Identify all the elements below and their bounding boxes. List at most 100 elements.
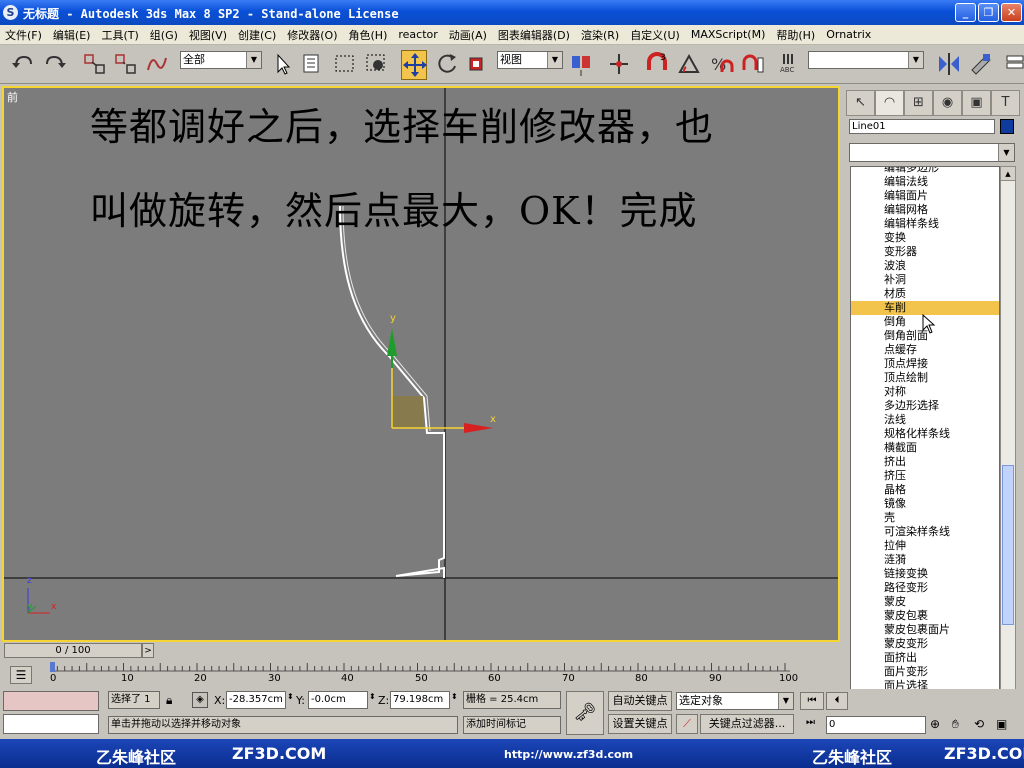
percent-snap-icon[interactable]: % (708, 50, 734, 78)
reference-coord-combo[interactable]: 视图 ▼ (497, 51, 563, 69)
maxscript-listener-input[interactable] (3, 691, 99, 711)
motion-tab-icon[interactable]: ◉ (933, 90, 962, 116)
current-frame-field[interactable]: 0 (826, 716, 926, 734)
key-mode-icon[interactable]: ⏭ (806, 717, 815, 728)
menu-edit[interactable]: 编辑(E) (53, 27, 91, 43)
list-item-selected-lathe[interactable]: 车削 (851, 301, 999, 315)
y-coord-field[interactable]: -0.0cm (308, 691, 368, 709)
list-item[interactable]: 编辑面片 (851, 189, 999, 203)
z-coord-field[interactable]: 79.198cm (390, 691, 450, 709)
scrollbar-thumb[interactable] (1002, 465, 1014, 625)
y-spinner-icon[interactable]: ⬍ (369, 692, 376, 701)
list-item[interactable]: 面挤出 (851, 651, 999, 665)
list-item[interactable]: 链接变换 (851, 567, 999, 581)
front-viewport[interactable]: 前 等都调好之后，选择车削修改器，也 叫做旋转，然后点最大，OK！完成 y x … (2, 86, 840, 642)
menu-file[interactable]: 文件(F) (5, 27, 42, 43)
redo-icon[interactable] (42, 50, 68, 78)
key-selection-combo[interactable]: 选定对象 ▼ (676, 692, 794, 710)
list-item[interactable]: 挤出 (851, 455, 999, 469)
rectangular-selection-icon[interactable] (332, 50, 358, 78)
list-item[interactable]: 路径变形 (851, 581, 999, 595)
absolute-mode-icon[interactable]: ◈ (192, 692, 208, 708)
list-item[interactable]: 拉伸 (851, 539, 999, 553)
list-item[interactable]: 补洞 (851, 273, 999, 287)
menu-views[interactable]: 视图(V) (189, 27, 227, 43)
restore-button[interactable]: ❐ (978, 3, 999, 22)
list-item[interactable]: 涟漪 (851, 553, 999, 567)
track-bar[interactable]: ☰ 0 10 20 30 40 50 60 70 80 90 100 (0, 661, 842, 689)
previous-frame-icon[interactable]: ⏴ (826, 692, 848, 710)
x-spinner-icon[interactable]: ⬍ (287, 692, 294, 701)
menu-rendering[interactable]: 渲染(R) (581, 27, 619, 43)
list-item[interactable]: 蒙皮变形 (851, 637, 999, 651)
list-item[interactable]: 点缓存 (851, 343, 999, 357)
menu-character[interactable]: 角色(H) (349, 27, 388, 43)
list-item[interactable]: 可渲染样条线 (851, 525, 999, 539)
auto-key-button[interactable]: 自动关键点 (608, 691, 672, 711)
angle-snap-icon[interactable] (676, 50, 702, 78)
menu-modifiers[interactable]: 修改器(O) (287, 27, 337, 43)
menu-ornatrix[interactable]: Ornatrix (826, 28, 871, 41)
object-color-swatch[interactable] (1000, 119, 1014, 134)
modifier-dropdown-list[interactable]: 编辑多边形 编辑法线 编辑面片 编辑网格 编辑样条线 变换 变形器 波浪 补洞 … (850, 166, 1000, 716)
window-crossing-icon[interactable] (364, 50, 390, 78)
pan-icon[interactable]: ✋︎ (952, 717, 959, 732)
list-item[interactable]: 波浪 (851, 259, 999, 273)
list-item[interactable]: 镜像 (851, 497, 999, 511)
select-and-rotate-icon[interactable] (434, 50, 460, 78)
minimize-button[interactable]: _ (955, 3, 976, 22)
list-item[interactable]: 壳 (851, 511, 999, 525)
edit-named-selection-icon[interactable]: ABC (778, 50, 804, 78)
list-item[interactable]: 横截面 (851, 441, 999, 455)
modify-tab-icon[interactable]: ◠ (875, 90, 904, 116)
mirror-icon[interactable] (936, 50, 962, 78)
key-filters-button[interactable]: 关键点过滤器... (700, 714, 794, 734)
select-and-manipulate-icon[interactable] (606, 50, 632, 78)
list-item[interactable]: 编辑样条线 (851, 217, 999, 231)
close-button[interactable]: ✕ (1001, 3, 1022, 22)
modifier-list-combo[interactable]: ▼ (849, 143, 1015, 162)
create-tab-icon[interactable]: ↖ (846, 90, 875, 116)
named-selection-combo[interactable]: ▼ (808, 51, 924, 69)
list-item[interactable]: 顶点绘制 (851, 371, 999, 385)
default-tangent-icon[interactable]: ⟋ (676, 714, 698, 734)
menu-tools[interactable]: 工具(T) (101, 27, 138, 43)
unlink-selection-icon[interactable] (113, 50, 139, 78)
list-item[interactable]: 编辑法线 (851, 175, 999, 189)
list-item[interactable]: 规格化样条线 (851, 427, 999, 441)
set-key-icon[interactable]: 🗝︎ (566, 691, 604, 735)
menu-group[interactable]: 组(G) (150, 27, 178, 43)
list-item[interactable]: 对称 (851, 385, 999, 399)
list-item[interactable]: 蒙皮包裹 (851, 609, 999, 623)
go-to-start-icon[interactable]: ⏮ (800, 692, 824, 710)
bind-to-space-warp-icon[interactable] (144, 50, 170, 78)
set-key-button[interactable]: 设置关键点 (608, 714, 672, 734)
add-time-tag-button[interactable]: 添加时间标记 (463, 716, 561, 734)
viewport-label[interactable]: 前 (7, 89, 18, 105)
orbit-icon[interactable]: ⟲ (974, 717, 984, 731)
object-name-field[interactable]: Line01 (849, 119, 995, 134)
list-item[interactable]: 编辑多边形 (851, 167, 999, 175)
select-and-move-icon[interactable] (401, 50, 427, 80)
pivot-center-icon[interactable] (568, 50, 594, 78)
lock-selection-icon[interactable]: 🔒︎ (166, 693, 172, 708)
select-and-link-icon[interactable] (82, 50, 108, 78)
select-and-scale-icon[interactable] (464, 50, 490, 78)
layer-manager-icon[interactable] (1002, 50, 1024, 78)
display-tab-icon[interactable]: ▣ (962, 90, 991, 116)
list-item[interactable]: 晶格 (851, 483, 999, 497)
maximize-viewport-icon[interactable]: ▣ (996, 717, 1007, 731)
list-item[interactable]: 多边形选择 (851, 399, 999, 413)
mini-curve-editor-icon[interactable]: ☰ (10, 666, 32, 684)
list-item[interactable]: 材质 (851, 287, 999, 301)
list-item[interactable]: 蒙皮包裹面片 (851, 623, 999, 637)
list-item[interactable]: 编辑网格 (851, 203, 999, 217)
undo-icon[interactable] (10, 50, 36, 78)
menu-graph-editors[interactable]: 图表编辑器(D) (498, 27, 570, 43)
maxscript-listener-output[interactable] (3, 714, 99, 734)
zoom-icon[interactable]: ⊕ (930, 717, 940, 731)
select-by-name-icon[interactable] (300, 50, 326, 78)
utilities-tab-icon[interactable]: T (991, 90, 1020, 116)
spinner-snap-icon[interactable] (740, 50, 766, 78)
select-object-icon[interactable] (270, 50, 296, 78)
